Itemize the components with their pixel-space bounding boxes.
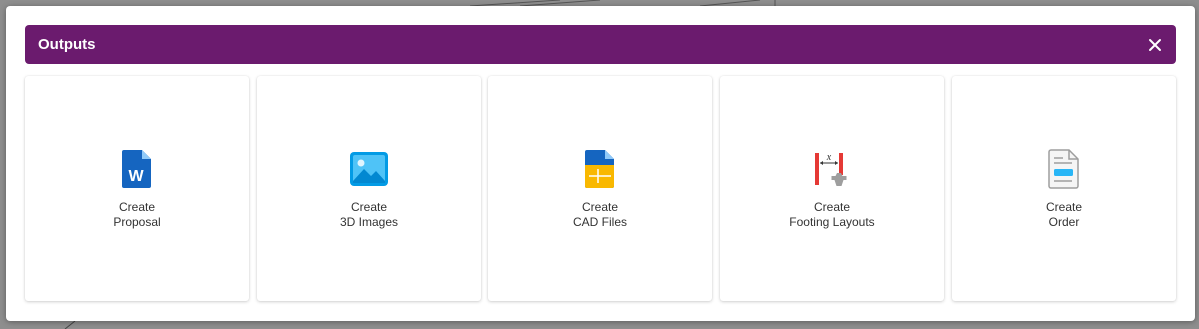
dialog-header: Outputs <box>25 25 1176 64</box>
create-3d-images-card[interactable]: Create 3D Images <box>257 76 481 301</box>
card-label: Create CAD Files <box>572 200 627 229</box>
create-proposal-card[interactable]: W Create Proposal <box>25 76 249 301</box>
word-document-icon: W <box>115 148 159 190</box>
card-label: Create Order <box>1045 200 1083 229</box>
card-label: Create Footing Layouts <box>789 200 875 229</box>
dialog-title: Outputs <box>38 36 96 53</box>
svg-text:x: x <box>826 152 832 163</box>
footing-layout-icon: x <box>810 148 854 190</box>
card-label: Create Proposal <box>113 200 161 229</box>
image-icon <box>347 148 391 190</box>
create-footing-layouts-card[interactable]: x Create Footing Layouts <box>720 76 944 301</box>
order-form-icon <box>1042 148 1086 190</box>
output-options: W Create Proposal Create 3D Images Creat… <box>25 76 1178 302</box>
card-label: Create 3D Images <box>339 200 399 229</box>
close-button[interactable] <box>1144 34 1166 56</box>
create-cad-files-card[interactable]: Create CAD Files <box>488 76 712 301</box>
cad-file-icon <box>578 148 622 190</box>
create-order-card[interactable]: Create Order <box>952 76 1176 301</box>
outputs-dialog: Outputs W Create Proposal Create 3D Imag… <box>6 6 1195 321</box>
close-icon <box>1149 39 1161 51</box>
svg-text:W: W <box>128 168 144 185</box>
